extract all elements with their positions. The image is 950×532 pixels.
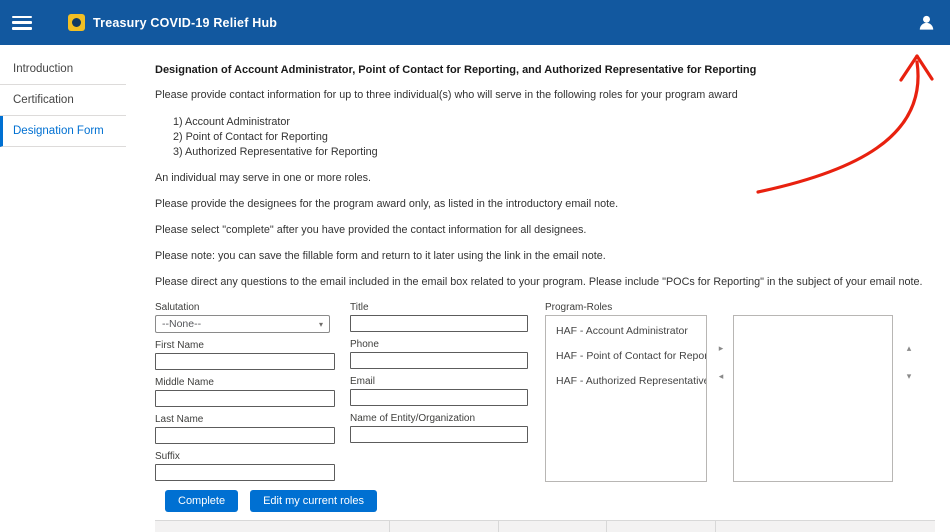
form-actions: Complete Edit my current roles: [165, 490, 377, 512]
page-title: Designation of Account Administrator, Po…: [155, 64, 935, 76]
program-roles-selected-listbox[interactable]: [733, 315, 893, 482]
table-header-cell: [499, 521, 607, 532]
email-label: Email: [350, 376, 528, 387]
table-header-cell: [390, 521, 499, 532]
title-field[interactable]: [350, 315, 528, 332]
move-left-button[interactable]: ◂: [714, 370, 728, 382]
move-down-button[interactable]: ▾: [902, 370, 916, 382]
chevron-down-icon: ▾: [319, 320, 323, 329]
instruction-text: Please note: you can save the fillable f…: [155, 250, 935, 263]
roles-list-item: 1) Account Administrator: [173, 115, 935, 130]
app-brand: Treasury COVID-19 Relief Hub: [68, 14, 277, 31]
sidebar-item-introduction[interactable]: Introduction: [0, 54, 126, 85]
table-header-cell: [716, 521, 935, 532]
edit-current-roles-button[interactable]: Edit my current roles: [250, 490, 377, 512]
entity-name-label: Name of Entity/Organization: [350, 413, 528, 424]
designation-form: Salutation --None-- ▾ First Name Middle …: [155, 302, 935, 482]
instruction-text: An individual may serve in one or more r…: [155, 172, 935, 185]
top-nav-bar: Treasury COVID-19 Relief Hub: [0, 0, 950, 45]
table-header-cell: [155, 521, 390, 532]
complete-button[interactable]: Complete: [165, 490, 238, 512]
roles-list: 1) Account Administrator 2) Point of Con…: [173, 115, 935, 160]
main-content: Designation of Account Administrator, Po…: [155, 64, 935, 532]
phone-field[interactable]: [350, 352, 528, 369]
instruction-text: Please select "complete" after you have …: [155, 224, 935, 237]
user-avatar-icon[interactable]: [917, 13, 936, 32]
program-role-option[interactable]: HAF - Account Administrator: [546, 316, 706, 341]
email-field[interactable]: [350, 389, 528, 406]
first-name-label: First Name: [155, 340, 335, 351]
program-roles-available-listbox[interactable]: HAF - Account Administrator HAF - Point …: [545, 315, 707, 482]
middle-name-label: Middle Name: [155, 377, 335, 388]
salutation-select[interactable]: --None-- ▾: [155, 315, 330, 333]
sidebar-item-certification[interactable]: Certification: [0, 85, 126, 116]
move-up-button[interactable]: ▴: [902, 342, 916, 354]
program-role-option[interactable]: HAF - Authorized Representative fo...: [546, 366, 706, 391]
sidebar: Introduction Certification Designation F…: [0, 54, 126, 147]
last-name-label: Last Name: [155, 414, 335, 425]
entity-name-field[interactable]: [350, 426, 528, 443]
treasury-seal-icon: [68, 14, 85, 31]
phone-label: Phone: [350, 339, 528, 350]
instruction-text: Please direct any questions to the email…: [155, 276, 935, 289]
table-header-row: [155, 520, 935, 532]
last-name-field[interactable]: [155, 427, 335, 444]
roles-list-item: 3) Authorized Representative for Reporti…: [173, 145, 935, 160]
intro-text: Please provide contact information for u…: [155, 89, 935, 102]
instruction-text: Please provide the designees for the pro…: [155, 198, 935, 211]
roles-list-item: 2) Point of Contact for Reporting: [173, 130, 935, 145]
app-title: Treasury COVID-19 Relief Hub: [93, 16, 277, 30]
title-label: Title: [350, 302, 528, 313]
middle-name-field[interactable]: [155, 390, 335, 407]
first-name-field[interactable]: [155, 353, 335, 370]
table-header-cell: [607, 521, 716, 532]
program-roles-label: Program-Roles: [545, 302, 612, 313]
program-role-option[interactable]: HAF - Point of Contact for Reporting: [546, 341, 706, 366]
suffix-field[interactable]: [155, 464, 335, 481]
move-right-button[interactable]: ▸: [714, 342, 728, 354]
suffix-label: Suffix: [155, 451, 335, 462]
salutation-value: --None--: [162, 318, 201, 330]
sidebar-item-designation-form[interactable]: Designation Form: [0, 116, 126, 147]
menu-icon[interactable]: [12, 16, 32, 30]
salutation-label: Salutation: [155, 302, 335, 313]
